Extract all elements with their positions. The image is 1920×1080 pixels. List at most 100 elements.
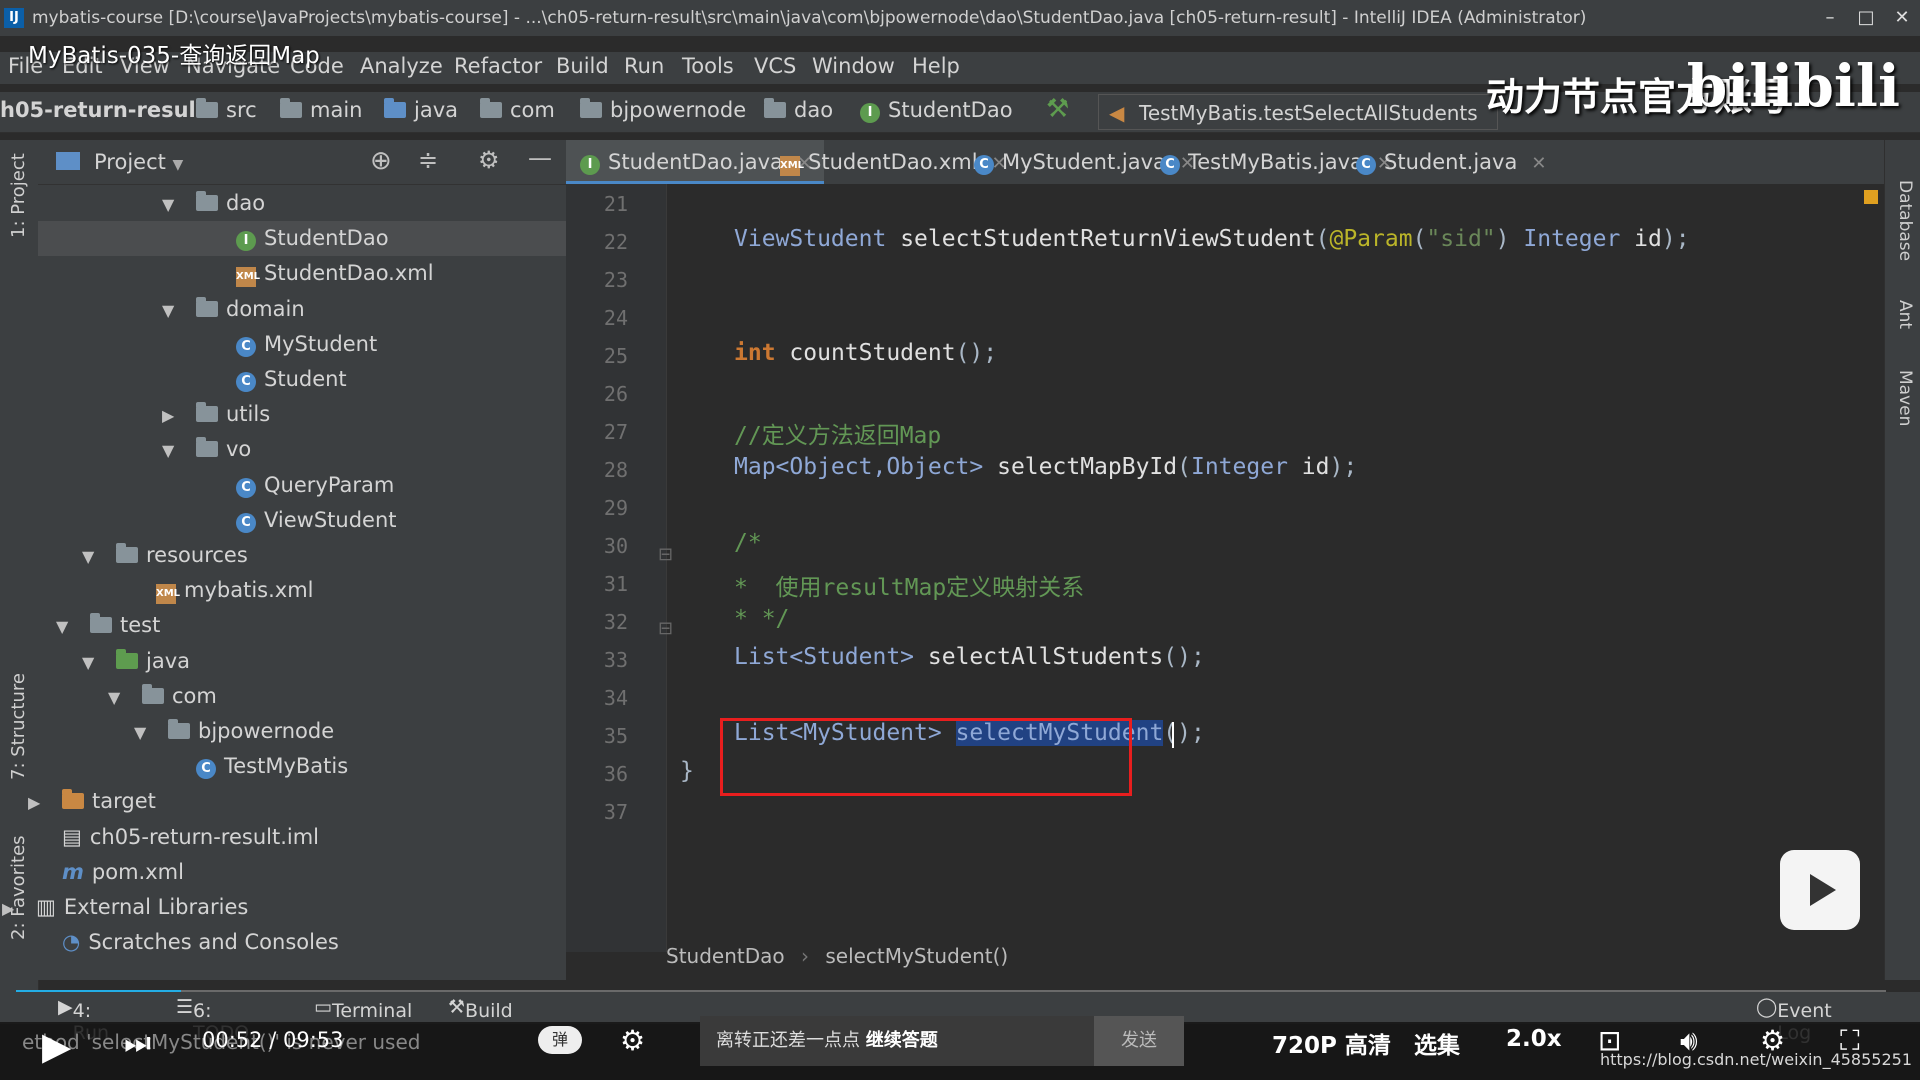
line-number: 23 xyxy=(603,268,628,292)
crumb-com[interactable]: com xyxy=(480,98,555,122)
menu-run[interactable]: Run xyxy=(624,54,664,78)
tool-ant-tab[interactable]: Ant xyxy=(1895,300,1915,329)
close-tab-icon[interactable]: ✕ xyxy=(1531,153,1546,174)
fold-marker-icon[interactable]: ⊟ xyxy=(658,544,673,565)
quality-selector[interactable]: 720P 高清 xyxy=(1272,1026,1391,1060)
next-icon[interactable]: ⏭ xyxy=(124,1026,151,1061)
tool-build-tab[interactable]: ⚒ Build xyxy=(448,996,513,1022)
minimize-icon[interactable]: – xyxy=(1812,0,1848,36)
expand-arrow-icon[interactable]: ▼ xyxy=(56,609,74,644)
editor-tabs: I StudentDao.java ✕ XML StudentDao.xml ✕ C MySt… xyxy=(566,140,1884,185)
tree-item-label: target xyxy=(92,789,156,814)
menu-analyze[interactable]: Analyze xyxy=(360,54,443,78)
highlight-box xyxy=(720,718,1132,796)
code-line-30: /* xyxy=(734,530,762,556)
tree-item-label: Student xyxy=(264,367,347,391)
menu-vcs[interactable]: VCS xyxy=(754,54,796,78)
expand-arrow-icon[interactable]: ▼ xyxy=(162,293,180,328)
editor-tab[interactable]: C Student.java ✕ xyxy=(1342,140,1558,184)
menu-build[interactable]: Build xyxy=(556,54,609,78)
breadcrumb-class[interactable]: StudentDao xyxy=(666,944,785,968)
line-number: 29 xyxy=(603,496,628,520)
tool-todo-tab[interactable]: ☰ 6: TODO xyxy=(176,996,249,1044)
tree-item-label: utils xyxy=(226,402,271,427)
menu-help[interactable]: Help xyxy=(912,54,960,78)
interface-icon: I xyxy=(580,155,600,175)
tree-item-label: dao xyxy=(226,191,266,215)
menu-refactor[interactable]: Refactor xyxy=(454,54,542,78)
close-icon[interactable]: ✕ xyxy=(1884,0,1920,36)
tab-label: StudentDao.xml xyxy=(808,150,978,174)
tab-label: Student.java xyxy=(1384,150,1518,174)
tool-maven-tab[interactable]: Maven xyxy=(1895,370,1915,426)
folder-icon xyxy=(116,543,138,563)
line-number: 27 xyxy=(603,420,628,444)
project-panel-title[interactable]: Project ▼ xyxy=(94,150,183,174)
event-log-tab[interactable]: ◯ Event Log xyxy=(1756,996,1832,1044)
speed-selector[interactable]: 2.0x xyxy=(1506,1026,1562,1052)
class-icon: C xyxy=(236,372,256,392)
class-icon: C xyxy=(236,336,256,357)
window-title-bar: IJ mybatis-course [D:\course\JavaProject… xyxy=(0,0,1920,36)
crumb-src[interactable]: src xyxy=(196,98,257,122)
locate-icon[interactable]: ⊕ xyxy=(370,146,392,176)
expand-arrow-icon[interactable]: ▼ xyxy=(134,715,152,750)
window-controls: – □ ✕ xyxy=(1812,0,1920,36)
menu-window[interactable]: Window xyxy=(812,54,895,78)
video-title: MyBatis-035-查询返回Map xyxy=(28,43,320,69)
tool-structure-tab[interactable]: 7: Structure xyxy=(8,673,29,780)
crumb-main[interactable]: main xyxy=(280,98,362,122)
collapse-arrow-icon[interactable]: ▶ xyxy=(28,785,46,820)
line-number: 26 xyxy=(603,382,628,406)
tool-database-tab[interactable]: Database xyxy=(1895,180,1915,261)
class-icon: C xyxy=(1356,155,1376,175)
line-number: 31 xyxy=(603,572,628,596)
crumb-bjpowernode[interactable]: bjpowernode xyxy=(580,98,746,122)
tree-item[interactable]: I StudentDao xyxy=(38,221,566,257)
expand-arrow-icon[interactable]: ▼ xyxy=(82,645,100,680)
tree-item-label: test xyxy=(120,613,161,638)
tree-item-label: com xyxy=(172,683,217,708)
tree-item-label: QueryParam xyxy=(264,472,395,497)
crumb-java[interactable]: java xyxy=(384,98,458,122)
play-icon[interactable]: ▶ xyxy=(42,1024,71,1068)
tool-run-tab[interactable]: ▶ 4: Run xyxy=(58,996,109,1044)
line-number: 21 xyxy=(603,192,628,216)
folder-icon xyxy=(196,402,218,423)
line-number: 37 xyxy=(603,800,628,824)
maximize-icon[interactable]: □ xyxy=(1848,0,1884,36)
class-icon: C xyxy=(196,759,216,780)
xml-file-icon: XML xyxy=(780,156,804,176)
crumb-module[interactable]: h05-return-result xyxy=(0,98,206,122)
code-line-32: * */ xyxy=(734,606,790,632)
run-configuration-select[interactable]: ◀ TestMyBatis.testSelectAllStudents xyxy=(1098,94,1498,130)
hide-panel-icon[interactable]: — xyxy=(528,144,552,172)
crumb-studentdao[interactable]: I StudentDao xyxy=(860,98,1013,123)
send-button[interactable]: 发送 xyxy=(1094,1016,1184,1066)
crumb-dao[interactable]: dao xyxy=(764,98,833,122)
expand-arrow-icon[interactable]: ▼ xyxy=(82,539,100,574)
inspection-status-icon[interactable] xyxy=(1864,190,1878,204)
expand-arrow-icon[interactable]: ▼ xyxy=(162,187,180,222)
collapse-arrow-icon[interactable]: ▶ xyxy=(162,398,180,433)
tool-project-tab[interactable]: 1: Project xyxy=(8,153,29,238)
breadcrumb-method[interactable]: selectMyStudent() xyxy=(825,944,1008,968)
line-number: 36 xyxy=(603,762,628,786)
continue-answer-link[interactable]: 继续答题 xyxy=(866,1030,938,1051)
tool-terminal-tab[interactable]: ▭ Terminal xyxy=(314,996,412,1022)
menu-tools[interactable]: Tools xyxy=(682,54,734,78)
code-editor[interactable]: 21 22 23 24 25 26 27 28 29 30 31 32 33 34 35 36 37 ⊟ ⊟ V… xyxy=(566,184,1884,968)
bilibili-logo: bilibili xyxy=(1686,52,1900,120)
danmaku-settings-icon[interactable]: ⚙ xyxy=(620,1024,645,1057)
expand-arrow-icon[interactable]: ▼ xyxy=(162,433,180,468)
fold-marker-icon[interactable]: ⊟ xyxy=(658,618,673,639)
expand-arrow-icon[interactable]: ▼ xyxy=(108,680,126,715)
episodes-button[interactable]: 选集 xyxy=(1414,1026,1460,1060)
hammer-build-icon[interactable]: ⚒ xyxy=(1046,94,1069,124)
danmaku-input[interactable]: 离转正还差一点点 继续答题 xyxy=(700,1016,1094,1066)
collapse-arrow-icon[interactable]: ▶ xyxy=(2,891,20,926)
gear-icon[interactable]: ⚙ xyxy=(478,146,500,174)
collapse-all-icon[interactable]: ≑ xyxy=(418,146,438,174)
danmaku-toggle-icon[interactable]: 弹 xyxy=(538,1026,582,1054)
code-line-36: } xyxy=(680,758,694,784)
